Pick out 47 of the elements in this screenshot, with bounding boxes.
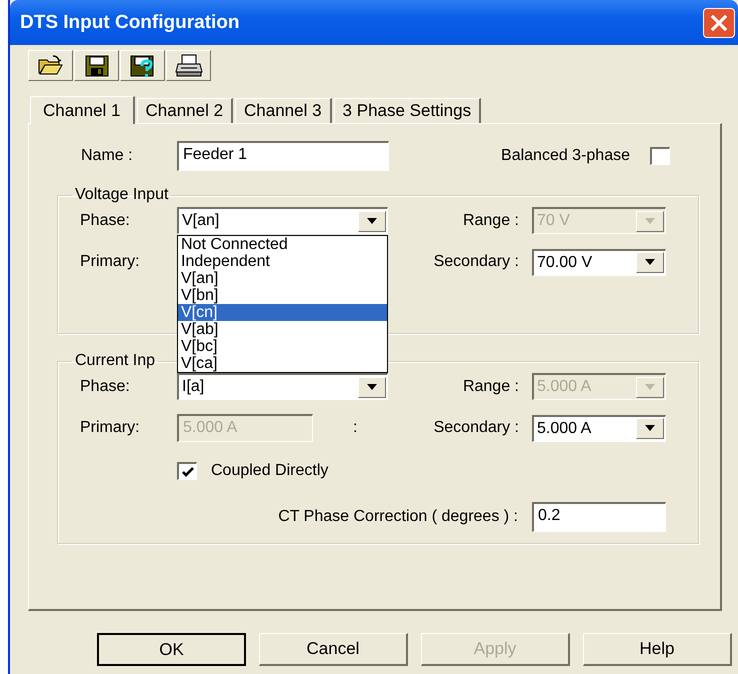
tab[interactable]: Channel 2 — [136, 98, 234, 123]
field-label: Range : — [462, 378, 520, 396]
dialog-button[interactable]: Help — [583, 633, 732, 666]
checkbox[interactable] — [177, 462, 197, 480]
separator-text: : — [353, 419, 358, 437]
field-label: Secondary : — [432, 419, 520, 437]
dropdown-option[interactable]: Not Connected — [178, 236, 387, 253]
close-icon — [710, 14, 728, 32]
field-label: Secondary : — [432, 253, 520, 271]
secondary-dropdown[interactable]: 70.00 V — [532, 248, 666, 276]
checkbox-label: Balanced 3-phase — [501, 147, 630, 165]
floppy-question-button[interactable] — [120, 50, 165, 81]
dropdown-option[interactable]: V[ca] — [178, 355, 387, 372]
dropdown-option[interactable]: V[bc] — [178, 338, 387, 355]
group-title: Current Inp — [74, 352, 156, 370]
phase-dropdown[interactable]: V[an] — [177, 207, 388, 234]
group-title: Voltage Input — [74, 186, 170, 204]
field-label: Primary: — [80, 253, 141, 271]
field-label: CT Phase Correction ( degrees ) : — [278, 508, 518, 526]
floppy-disk-button[interactable] — [74, 50, 119, 81]
tab[interactable]: Channel 3 — [235, 98, 332, 123]
tab[interactable]: Channel 1 — [30, 96, 135, 124]
printer-button[interactable] — [166, 50, 211, 81]
dialog-button[interactable]: Cancel — [259, 633, 408, 666]
field-label: Range : — [462, 212, 520, 230]
phase-dropdown[interactable]: I[a] — [177, 373, 388, 400]
dropdown-option[interactable]: V[bn] — [178, 287, 387, 304]
checkbox[interactable] — [650, 147, 670, 165]
dialog-button[interactable]: OK — [97, 633, 246, 666]
dropdown-option[interactable]: V[cn] — [178, 304, 387, 321]
correction-field[interactable]: 0.2 — [532, 502, 666, 532]
checkbox-label: Coupled Directly — [211, 462, 328, 480]
field-label: Phase: — [80, 212, 131, 230]
dropdown-option[interactable]: V[ab] — [178, 321, 387, 338]
checkmark-icon — [180, 466, 194, 478]
printer-icon — [174, 52, 204, 79]
secondary-dropdown[interactable]: 5.000 A — [532, 414, 666, 442]
close-button[interactable] — [703, 8, 735, 38]
field-label: Phase: — [80, 378, 131, 396]
field-label: Primary: — [80, 419, 141, 437]
tab[interactable]: 3 Phase Settings — [334, 98, 482, 123]
dropdown-option[interactable]: Independent — [178, 253, 387, 270]
dropdown-option[interactable]: V[an] — [178, 270, 387, 287]
open-folder-button[interactable] — [28, 50, 73, 81]
name-field[interactable]: Feeder 1 — [177, 141, 389, 171]
window-title: DTS Input Configuration — [20, 12, 241, 34]
field-label: Name : — [81, 147, 134, 165]
